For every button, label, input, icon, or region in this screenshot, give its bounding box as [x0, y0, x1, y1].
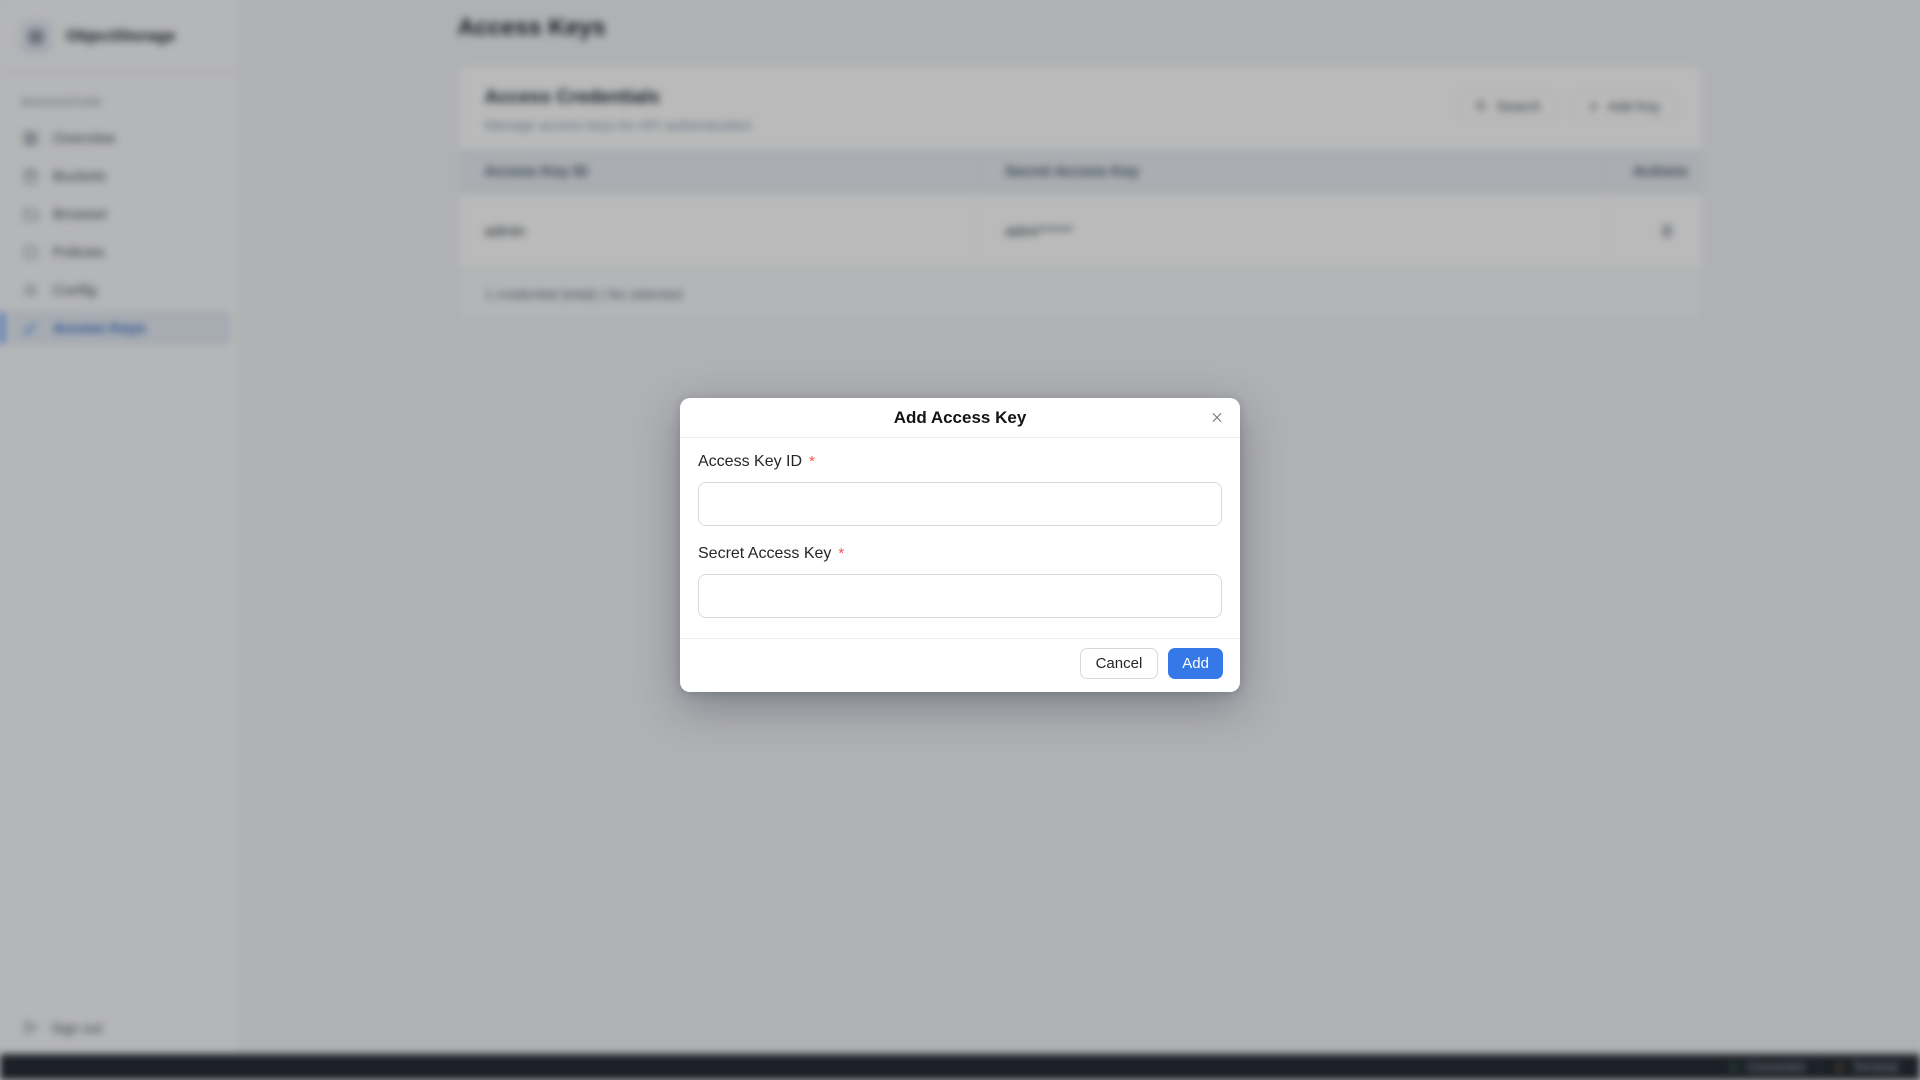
access-key-id-label: Access Key ID [698, 453, 802, 471]
secret-access-key-input[interactable] [698, 574, 1222, 618]
access-key-id-field-group: Access Key ID * [698, 453, 1222, 526]
secret-access-key-field-group: Secret Access Key * [698, 545, 1222, 618]
secret-access-key-label: Secret Access Key [698, 545, 831, 563]
access-key-id-input[interactable] [698, 482, 1222, 526]
add-button[interactable]: Add [1168, 648, 1223, 679]
cancel-button[interactable]: Cancel [1080, 648, 1159, 679]
required-marker: * [809, 453, 815, 470]
modal-overlay: Add Access Key Access Key ID * Secret Ac… [0, 0, 1920, 1080]
add-access-key-modal: Add Access Key Access Key ID * Secret Ac… [680, 398, 1240, 692]
modal-title: Add Access Key [894, 408, 1027, 428]
close-icon[interactable] [1204, 405, 1230, 431]
required-marker: * [838, 545, 844, 562]
